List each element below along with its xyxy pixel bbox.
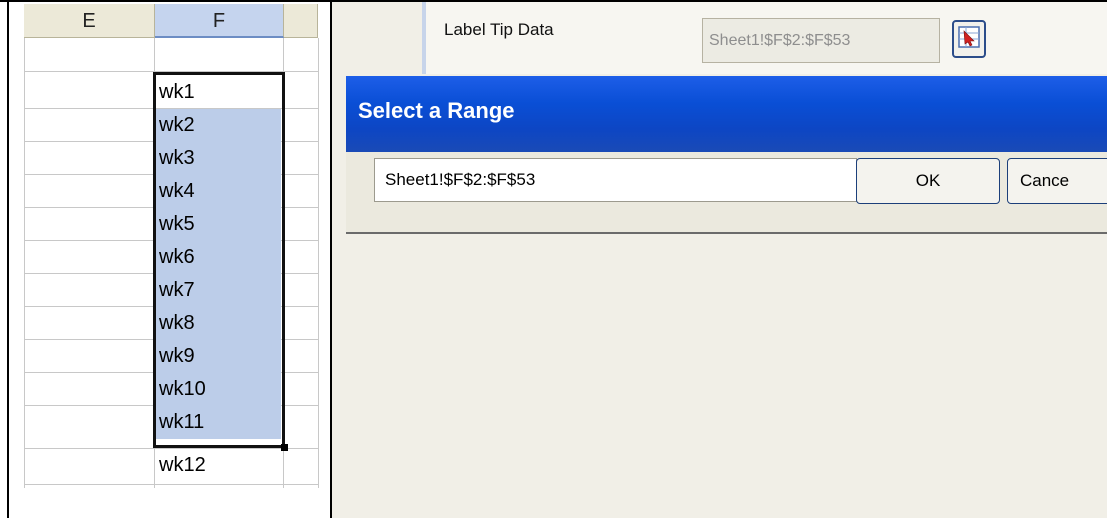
range-input[interactable]: Sheet1!$F$2:$F$53: [374, 158, 857, 202]
dialog-title-bar[interactable]: Select a Range: [346, 76, 1107, 152]
ok-button[interactable]: OK: [856, 158, 1000, 204]
column-header-f[interactable]: F: [155, 4, 284, 38]
spreadsheet: E F wk1 wk2 wk3 wk4 wk5 wk6 wk7 wk8 wk9 …: [0, 0, 330, 518]
range-select-icon: [958, 25, 980, 53]
cell-f13[interactable]: wk12: [155, 449, 281, 482]
grid-line: [24, 38, 25, 488]
fill-handle[interactable]: [281, 444, 288, 451]
dialog-title: Select a Range: [358, 98, 515, 123]
range-picker-button[interactable]: [952, 20, 986, 58]
grid-line: [24, 484, 318, 485]
column-header-next[interactable]: [284, 4, 318, 38]
selection-outline[interactable]: [153, 72, 285, 448]
column-header-e[interactable]: E: [24, 4, 155, 38]
label-tip-data-field[interactable]: Sheet1!$F$2:$F$53: [702, 18, 940, 63]
select-range-dialog: Select a Range Sheet1!$F$2:$F$53 OK Canc…: [346, 76, 1107, 232]
cancel-button[interactable]: Cance: [1007, 158, 1107, 204]
panel-accent: [422, 2, 426, 74]
grid-line: [318, 38, 319, 488]
label-tip-data-label: Label Tip Data: [444, 20, 554, 39]
border-left: [7, 0, 9, 518]
